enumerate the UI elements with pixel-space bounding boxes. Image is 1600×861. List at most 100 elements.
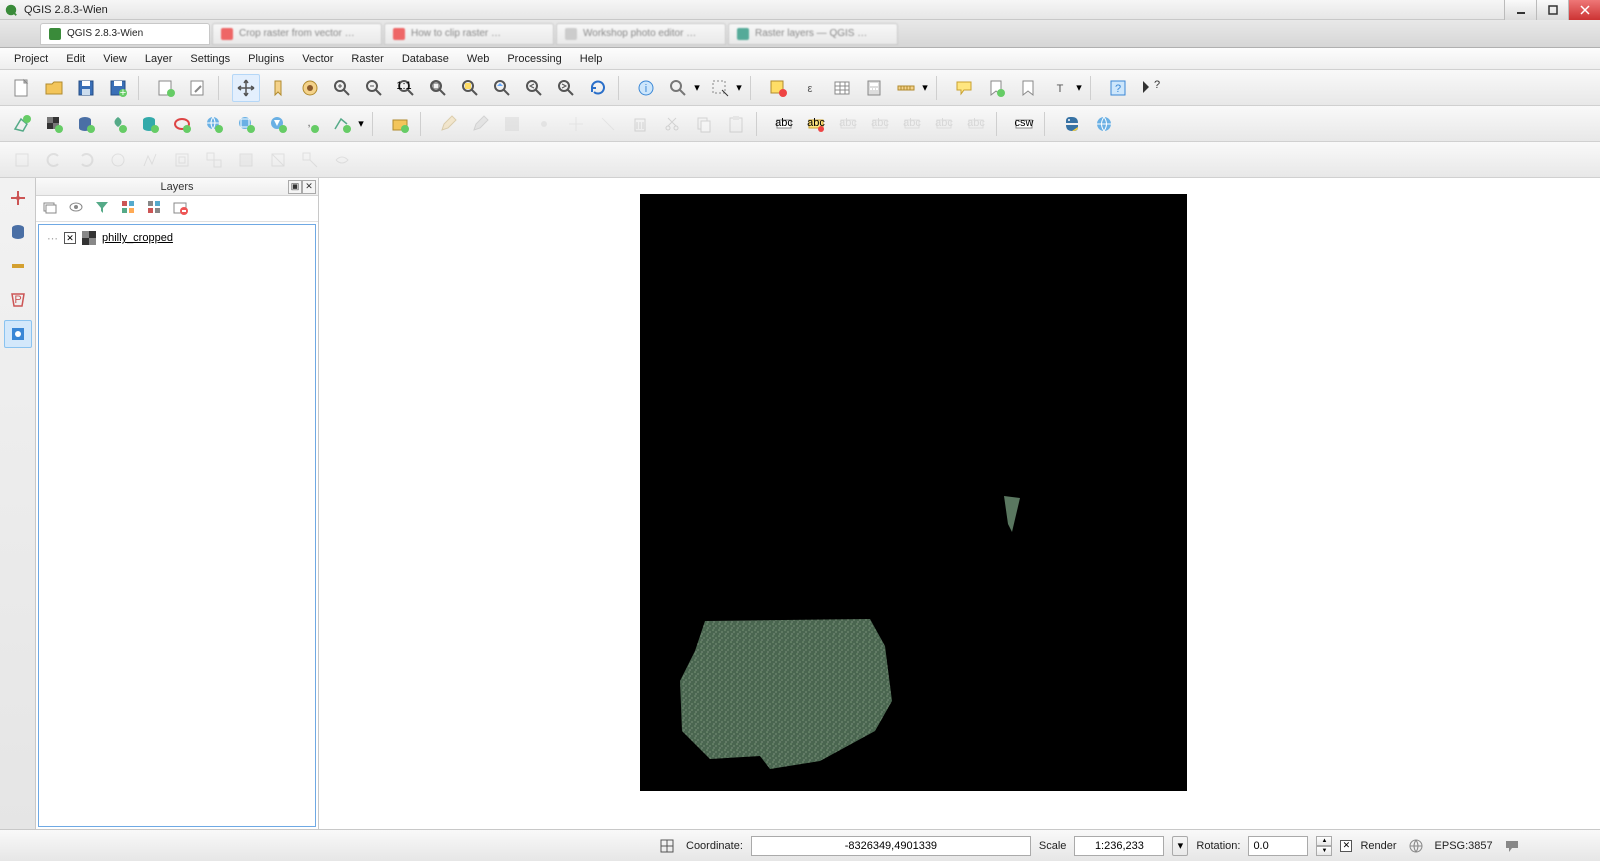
panel-undock-button[interactable]: ▣ [288, 180, 302, 194]
gps-dock-icon[interactable] [4, 320, 32, 348]
tab-qgis[interactable]: QGIS 2.8.3-Wien [40, 23, 210, 45]
undo-button[interactable] [40, 146, 68, 174]
maximize-button[interactable] [1536, 0, 1568, 20]
identify-dropdown-button[interactable] [664, 74, 692, 102]
label-pin-button[interactable]: abc [834, 110, 862, 138]
messages-button[interactable] [1501, 835, 1523, 857]
remove-layer-icon[interactable] [172, 199, 188, 218]
menu-view[interactable]: View [95, 51, 135, 67]
simplify-feature-button[interactable] [136, 146, 164, 174]
add-vector-layer-button[interactable] [8, 110, 36, 138]
new-project-button[interactable] [8, 74, 36, 102]
delete-part-button[interactable] [296, 146, 324, 174]
add-wcs-layer-button[interactable] [232, 110, 260, 138]
touch-zoom-button[interactable] [296, 74, 324, 102]
help-button[interactable]: ? [1104, 74, 1132, 102]
add-wfs-layer-button[interactable] [264, 110, 292, 138]
menu-plugins[interactable]: Plugins [240, 51, 292, 67]
tab-background[interactable]: How to clip raster … [384, 23, 554, 45]
select-features-button[interactable] [706, 74, 734, 102]
add-oracle-layer-button[interactable] [168, 110, 196, 138]
add-postgis-layer-button[interactable] [72, 110, 100, 138]
label-rotate-button[interactable]: abc [930, 110, 958, 138]
menu-help[interactable]: Help [572, 51, 611, 67]
text-annotation-button[interactable]: T [1046, 74, 1074, 102]
enable-advanced-button[interactable] [8, 146, 36, 174]
paste-features-button[interactable] [722, 110, 750, 138]
reshape-button[interactable] [328, 146, 356, 174]
postgis-dock-icon[interactable] [4, 218, 32, 246]
csw-button[interactable]: csw [1010, 110, 1038, 138]
add-delimited-text-button[interactable]: , [296, 110, 324, 138]
label-change-button[interactable]: abc [962, 110, 990, 138]
copy-features-button[interactable] [690, 110, 718, 138]
wfs-dock-icon[interactable] [4, 252, 32, 280]
chevron-down-icon[interactable]: ▾ [734, 81, 744, 94]
open-project-button[interactable] [40, 74, 68, 102]
field-calculator-button[interactable] [860, 74, 888, 102]
chevron-down-icon[interactable]: ▾ [920, 81, 930, 94]
label-move-button[interactable]: abc [898, 110, 926, 138]
identify-button[interactable]: i [632, 74, 660, 102]
scale-dropdown-button[interactable]: ▾ [1172, 836, 1188, 856]
label-highlight-button[interactable]: abc [802, 110, 830, 138]
zoom-next-button[interactable] [552, 74, 580, 102]
scale-input[interactable] [1074, 836, 1164, 856]
whats-this-button[interactable]: ? [1136, 74, 1164, 102]
current-edits-button[interactable] [466, 110, 494, 138]
label-tool-button[interactable]: abc [770, 110, 798, 138]
add-feature-button[interactable] [530, 110, 558, 138]
expand-all-icon[interactable] [120, 199, 136, 218]
label-show-hide-button[interactable]: abc [866, 110, 894, 138]
toggle-editing-button[interactable] [434, 110, 462, 138]
filter-legend-icon[interactable] [94, 199, 110, 218]
wms-dock-icon[interactable]: P [4, 286, 32, 314]
menu-edit[interactable]: Edit [58, 51, 93, 67]
menu-web[interactable]: Web [459, 51, 497, 67]
menu-database[interactable]: Database [394, 51, 457, 67]
move-feature-button[interactable] [562, 110, 590, 138]
add-spatialite-layer-button[interactable] [104, 110, 132, 138]
menu-settings[interactable]: Settings [182, 51, 238, 67]
open-attribute-table-button[interactable] [828, 74, 856, 102]
close-button[interactable] [1568, 0, 1600, 20]
layer-row-philly-cropped[interactable]: ⋯ ✕ philly_cropped [43, 229, 311, 247]
add-mssql-layer-button[interactable] [136, 110, 164, 138]
rotation-input[interactable] [1248, 836, 1308, 856]
zoom-full-button[interactable] [424, 74, 452, 102]
add-raster-layer-button[interactable] [40, 110, 68, 138]
delete-selected-button[interactable] [626, 110, 654, 138]
map-tips-button[interactable] [950, 74, 978, 102]
show-bookmarks-button[interactable] [1014, 74, 1042, 102]
chevron-down-icon[interactable]: ▾ [1074, 81, 1084, 94]
fill-ring-button[interactable] [232, 146, 260, 174]
python-console-button[interactable] [1058, 110, 1086, 138]
map-canvas[interactable] [319, 178, 1600, 829]
menu-vector[interactable]: Vector [294, 51, 341, 67]
add-wms-layer-button[interactable] [200, 110, 228, 138]
measure-button[interactable] [892, 74, 920, 102]
zoom-in-button[interactable] [328, 74, 356, 102]
add-part-button[interactable] [200, 146, 228, 174]
add-ring-button[interactable] [168, 146, 196, 174]
save-edits-button[interactable] [498, 110, 526, 138]
refresh-button[interactable] [584, 74, 612, 102]
layer-tree[interactable]: ⋯ ✕ philly_cropped [38, 224, 316, 827]
select-by-expression-button[interactable]: ε [796, 74, 824, 102]
deselect-button[interactable] [764, 74, 792, 102]
menu-layer[interactable]: Layer [137, 51, 181, 67]
minimize-button[interactable] [1504, 0, 1536, 20]
menu-raster[interactable]: Raster [343, 51, 391, 67]
new-print-composer-button[interactable] [152, 74, 180, 102]
chevron-down-icon[interactable]: ▾ [356, 117, 366, 130]
tab-background[interactable]: Crop raster from vector … [212, 23, 382, 45]
menu-processing[interactable]: Processing [499, 51, 569, 67]
collapse-all-icon[interactable] [146, 199, 162, 218]
zoom-last-button[interactable] [520, 74, 548, 102]
pan-to-selection-button[interactable] [264, 74, 292, 102]
save-as-button[interactable]: + [104, 74, 132, 102]
node-tool-button[interactable] [594, 110, 622, 138]
composer-manager-button[interactable] [184, 74, 212, 102]
redo-button[interactable] [72, 146, 100, 174]
add-group-icon[interactable] [42, 199, 58, 218]
